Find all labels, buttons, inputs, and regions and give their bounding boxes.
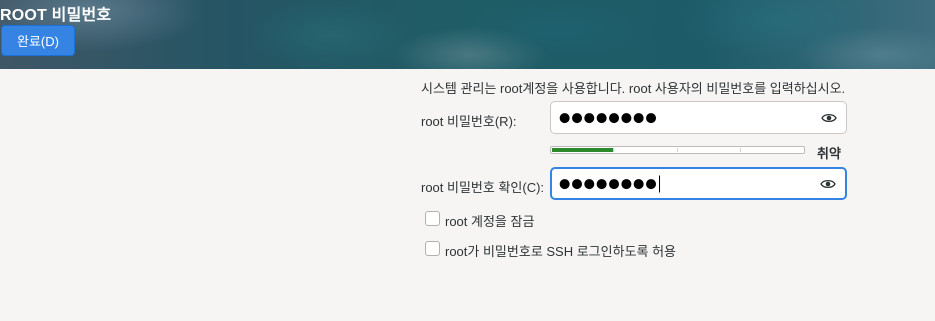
strength-segment	[615, 148, 678, 152]
text-caret	[658, 175, 660, 192]
strength-segment	[552, 148, 615, 152]
lock-root-label[interactable]: root 계정을 잠금	[445, 211, 534, 230]
description-text: 시스템 관리는 root계정을 사용합니다. root 사용자의 비밀번호를 입…	[421, 81, 846, 96]
eye-icon[interactable]	[821, 112, 837, 124]
password-field[interactable]: ●●●●●●●●	[550, 101, 847, 134]
allow-ssh-checkbox[interactable]	[425, 241, 440, 256]
confirm-password-value: ●●●●●●●●	[559, 175, 660, 192]
strength-label: 취약	[817, 146, 841, 161]
eye-icon[interactable]	[820, 178, 836, 190]
done-button[interactable]: 완료(D)	[1, 25, 75, 56]
lock-root-checkbox[interactable]	[425, 211, 440, 226]
password-strength-bar	[550, 146, 805, 154]
password-label: root 비밀번호(R):	[421, 114, 517, 129]
header-banner: ROOT 비밀번호 완료(D)	[0, 0, 935, 69]
password-value: ●●●●●●●●	[559, 110, 658, 125]
confirm-password-label: root 비밀번호 확인(C):	[421, 180, 545, 195]
allow-ssh-label[interactable]: root가 비밀번호로 SSH 로그인하도록 허용	[445, 241, 676, 260]
strength-segment	[742, 148, 803, 152]
page-title: ROOT 비밀번호	[0, 7, 112, 24]
strength-segment	[679, 148, 741, 152]
confirm-password-field[interactable]: ●●●●●●●●	[550, 167, 847, 200]
